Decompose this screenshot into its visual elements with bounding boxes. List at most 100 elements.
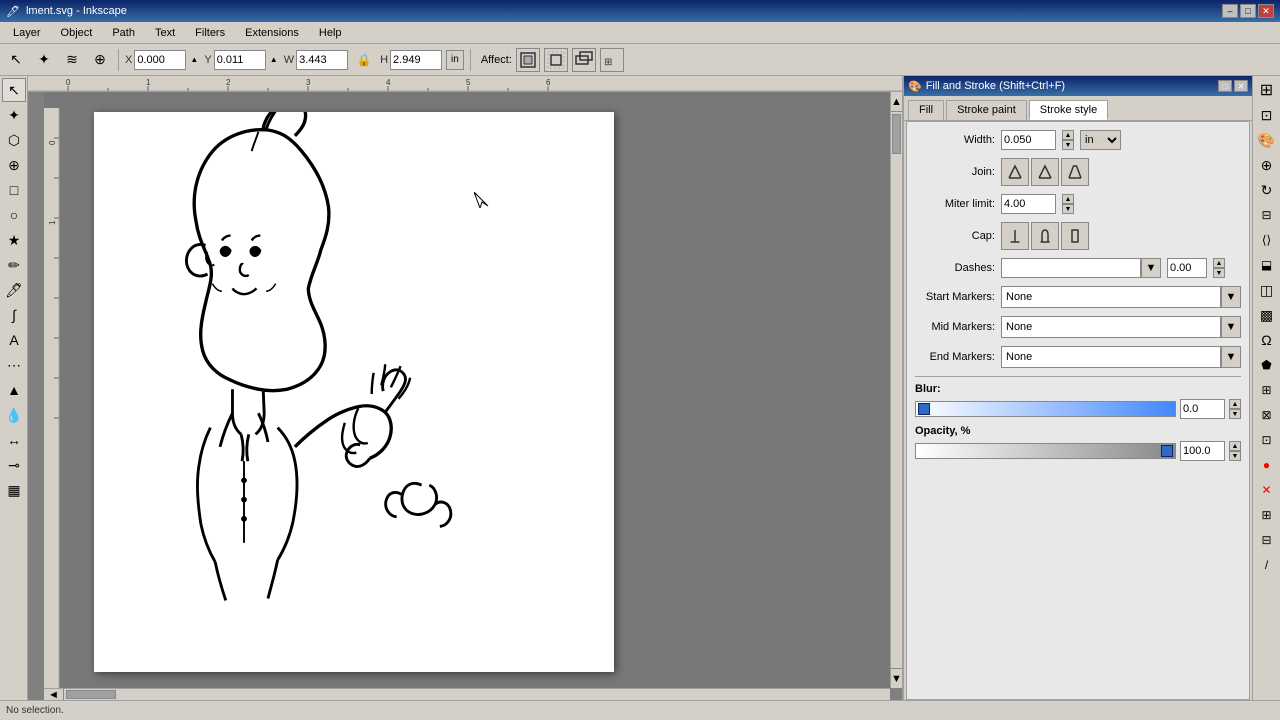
width-down[interactable]: ▼ — [1062, 140, 1074, 150]
blur-slider-thumb[interactable] — [918, 403, 930, 415]
y-spinner-up[interactable]: ▲ — [268, 48, 280, 72]
connector-tool[interactable]: ⊸ — [2, 453, 26, 477]
opacity-value-input[interactable] — [1180, 441, 1225, 461]
cap-square-button[interactable] — [1061, 222, 1089, 250]
pencil-tool[interactable]: ✏ — [2, 253, 26, 277]
end-markers-dropdown[interactable]: ▼ — [1221, 346, 1241, 368]
guides-tool[interactable]: ⊟ — [1255, 528, 1279, 552]
align-tool[interactable]: ⊟ — [1255, 203, 1279, 227]
dashes-pattern-input[interactable] — [1001, 258, 1141, 278]
fill-tool[interactable]: ▲ — [2, 378, 26, 402]
maximize-button[interactable]: □ — [1240, 4, 1256, 18]
rubber-tool[interactable]: ⬡ — [2, 128, 26, 152]
menu-path[interactable]: Path — [103, 24, 144, 42]
tweak-tool-button[interactable]: ≋ — [60, 48, 84, 72]
measure-tool[interactable]: ↔ — [2, 428, 26, 452]
select-tool-button[interactable]: ↖ — [4, 48, 28, 72]
arrow-tool[interactable]: ↖ — [2, 78, 26, 102]
blur-up[interactable]: ▲ — [1229, 399, 1241, 409]
pages-tool[interactable]: ⊞ — [1255, 78, 1279, 102]
miter-up[interactable]: ▲ — [1062, 194, 1074, 204]
vertical-scrollbar[interactable]: ▲ ▼ — [890, 92, 902, 688]
gradient-tool[interactable]: ▦ — [2, 478, 26, 502]
opacity-slider-track[interactable] — [915, 443, 1176, 459]
eraser-tool[interactable]: ✕ — [1255, 478, 1279, 502]
canvas-viewport[interactable]: 0 1 — [44, 92, 890, 688]
cap-butt-button[interactable] — [1001, 222, 1029, 250]
callig-tool[interactable]: ∫ — [2, 303, 26, 327]
x-input[interactable] — [134, 50, 186, 70]
menu-object[interactable]: Object — [52, 24, 102, 42]
menu-text[interactable]: Text — [146, 24, 184, 42]
opacity-slider-thumb[interactable] — [1161, 445, 1173, 457]
affect-geo-button[interactable] — [516, 48, 540, 72]
snap-page-tool[interactable]: ⊡ — [1255, 428, 1279, 452]
snap-bbox-tool[interactable]: ⊠ — [1255, 403, 1279, 427]
width-unit-select[interactable]: in px mm pt — [1080, 130, 1121, 150]
scroll-left-button[interactable]: ◄ — [44, 689, 64, 700]
start-markers-input[interactable] — [1001, 286, 1221, 308]
width-input[interactable] — [1001, 130, 1056, 150]
mid-markers-input[interactable] — [1001, 316, 1221, 338]
minimize-button[interactable]: – — [1222, 4, 1238, 18]
tab-fill[interactable]: Fill — [908, 100, 944, 120]
blur-slider-track[interactable] — [915, 401, 1176, 417]
layers-tool[interactable]: ⬓ — [1255, 253, 1279, 277]
pen-tool[interactable]: 🖊 — [2, 278, 26, 302]
zoom-tool[interactable]: ⊕ — [2, 153, 26, 177]
zoom-tool-button[interactable]: ⊕ — [88, 48, 112, 72]
horizontal-scrollbar[interactable]: ◄ — [44, 688, 890, 700]
transform-tool[interactable]: ↻ — [1255, 178, 1279, 202]
affect-transform-button[interactable]: ⊞ — [600, 48, 624, 72]
navigator-tool[interactable]: ⊡ — [1255, 103, 1279, 127]
panel-close-button[interactable]: ✕ — [1234, 80, 1248, 92]
blur-value-input[interactable] — [1180, 399, 1225, 419]
dashes-offset-input[interactable] — [1167, 258, 1207, 278]
eyedrop-tool[interactable]: 💧 — [2, 403, 26, 427]
join-round-button[interactable] — [1031, 158, 1059, 186]
rect-tool[interactable]: □ — [2, 178, 26, 202]
node-tool-button[interactable]: ✦ — [32, 48, 56, 72]
scroll-up-button[interactable]: ▲ — [891, 92, 902, 112]
close-button[interactable]: ✕ — [1258, 4, 1274, 18]
palette-tool[interactable]: 🎨 — [1255, 128, 1279, 152]
paint-server-tool[interactable]: ⬟ — [1255, 353, 1279, 377]
blur-down[interactable]: ▼ — [1229, 409, 1241, 419]
miter-input[interactable] — [1001, 194, 1056, 214]
canvas-area[interactable]: 0 1 2 3 4 5 — [28, 76, 902, 700]
star-tool[interactable]: ★ — [2, 228, 26, 252]
menu-help[interactable]: Help — [310, 24, 351, 42]
affect-both-button[interactable] — [572, 48, 596, 72]
color-picker-tool[interactable]: ● — [1255, 453, 1279, 477]
x-spinner-up[interactable]: ▲ — [188, 48, 200, 72]
text-tool[interactable]: A — [2, 328, 26, 352]
scroll-thumb-v[interactable] — [892, 114, 902, 154]
menu-filters[interactable]: Filters — [186, 24, 234, 42]
menu-extensions[interactable]: Extensions — [236, 24, 308, 42]
node-tool[interactable]: ✦ — [2, 103, 26, 127]
w-input[interactable] — [296, 50, 348, 70]
affect-vis-button[interactable] — [544, 48, 568, 72]
dashes-dropdown-button[interactable]: ▼ — [1141, 258, 1161, 278]
objects-tool[interactable]: ◫ — [1255, 278, 1279, 302]
cap-round-button[interactable] — [1031, 222, 1059, 250]
mid-markers-dropdown[interactable]: ▼ — [1221, 316, 1241, 338]
tab-stroke-paint[interactable]: Stroke paint — [946, 100, 1027, 120]
opacity-up[interactable]: ▲ — [1229, 441, 1241, 451]
swatches-tool[interactable]: ▩ — [1255, 303, 1279, 327]
panel-detach-button[interactable]: □ — [1218, 80, 1232, 92]
dashes-offset-up[interactable]: ▲ — [1213, 258, 1225, 268]
lines-tool[interactable]: / — [1255, 553, 1279, 577]
spray-tool[interactable]: ⋯ — [2, 353, 26, 377]
lock-proportions-button[interactable]: 🔒 — [352, 48, 376, 72]
end-markers-input[interactable] — [1001, 346, 1221, 368]
dashes-offset-down[interactable]: ▼ — [1213, 268, 1225, 278]
snap-tool[interactable]: ⊕ — [1255, 153, 1279, 177]
h-input[interactable] — [390, 50, 442, 70]
circle-tool[interactable]: ○ — [2, 203, 26, 227]
y-input[interactable] — [214, 50, 266, 70]
start-markers-dropdown[interactable]: ▼ — [1221, 286, 1241, 308]
menu-layer[interactable]: Layer — [4, 24, 50, 42]
join-bevel-button[interactable] — [1061, 158, 1089, 186]
snap-nodes-tool[interactable]: ⊞ — [1255, 378, 1279, 402]
